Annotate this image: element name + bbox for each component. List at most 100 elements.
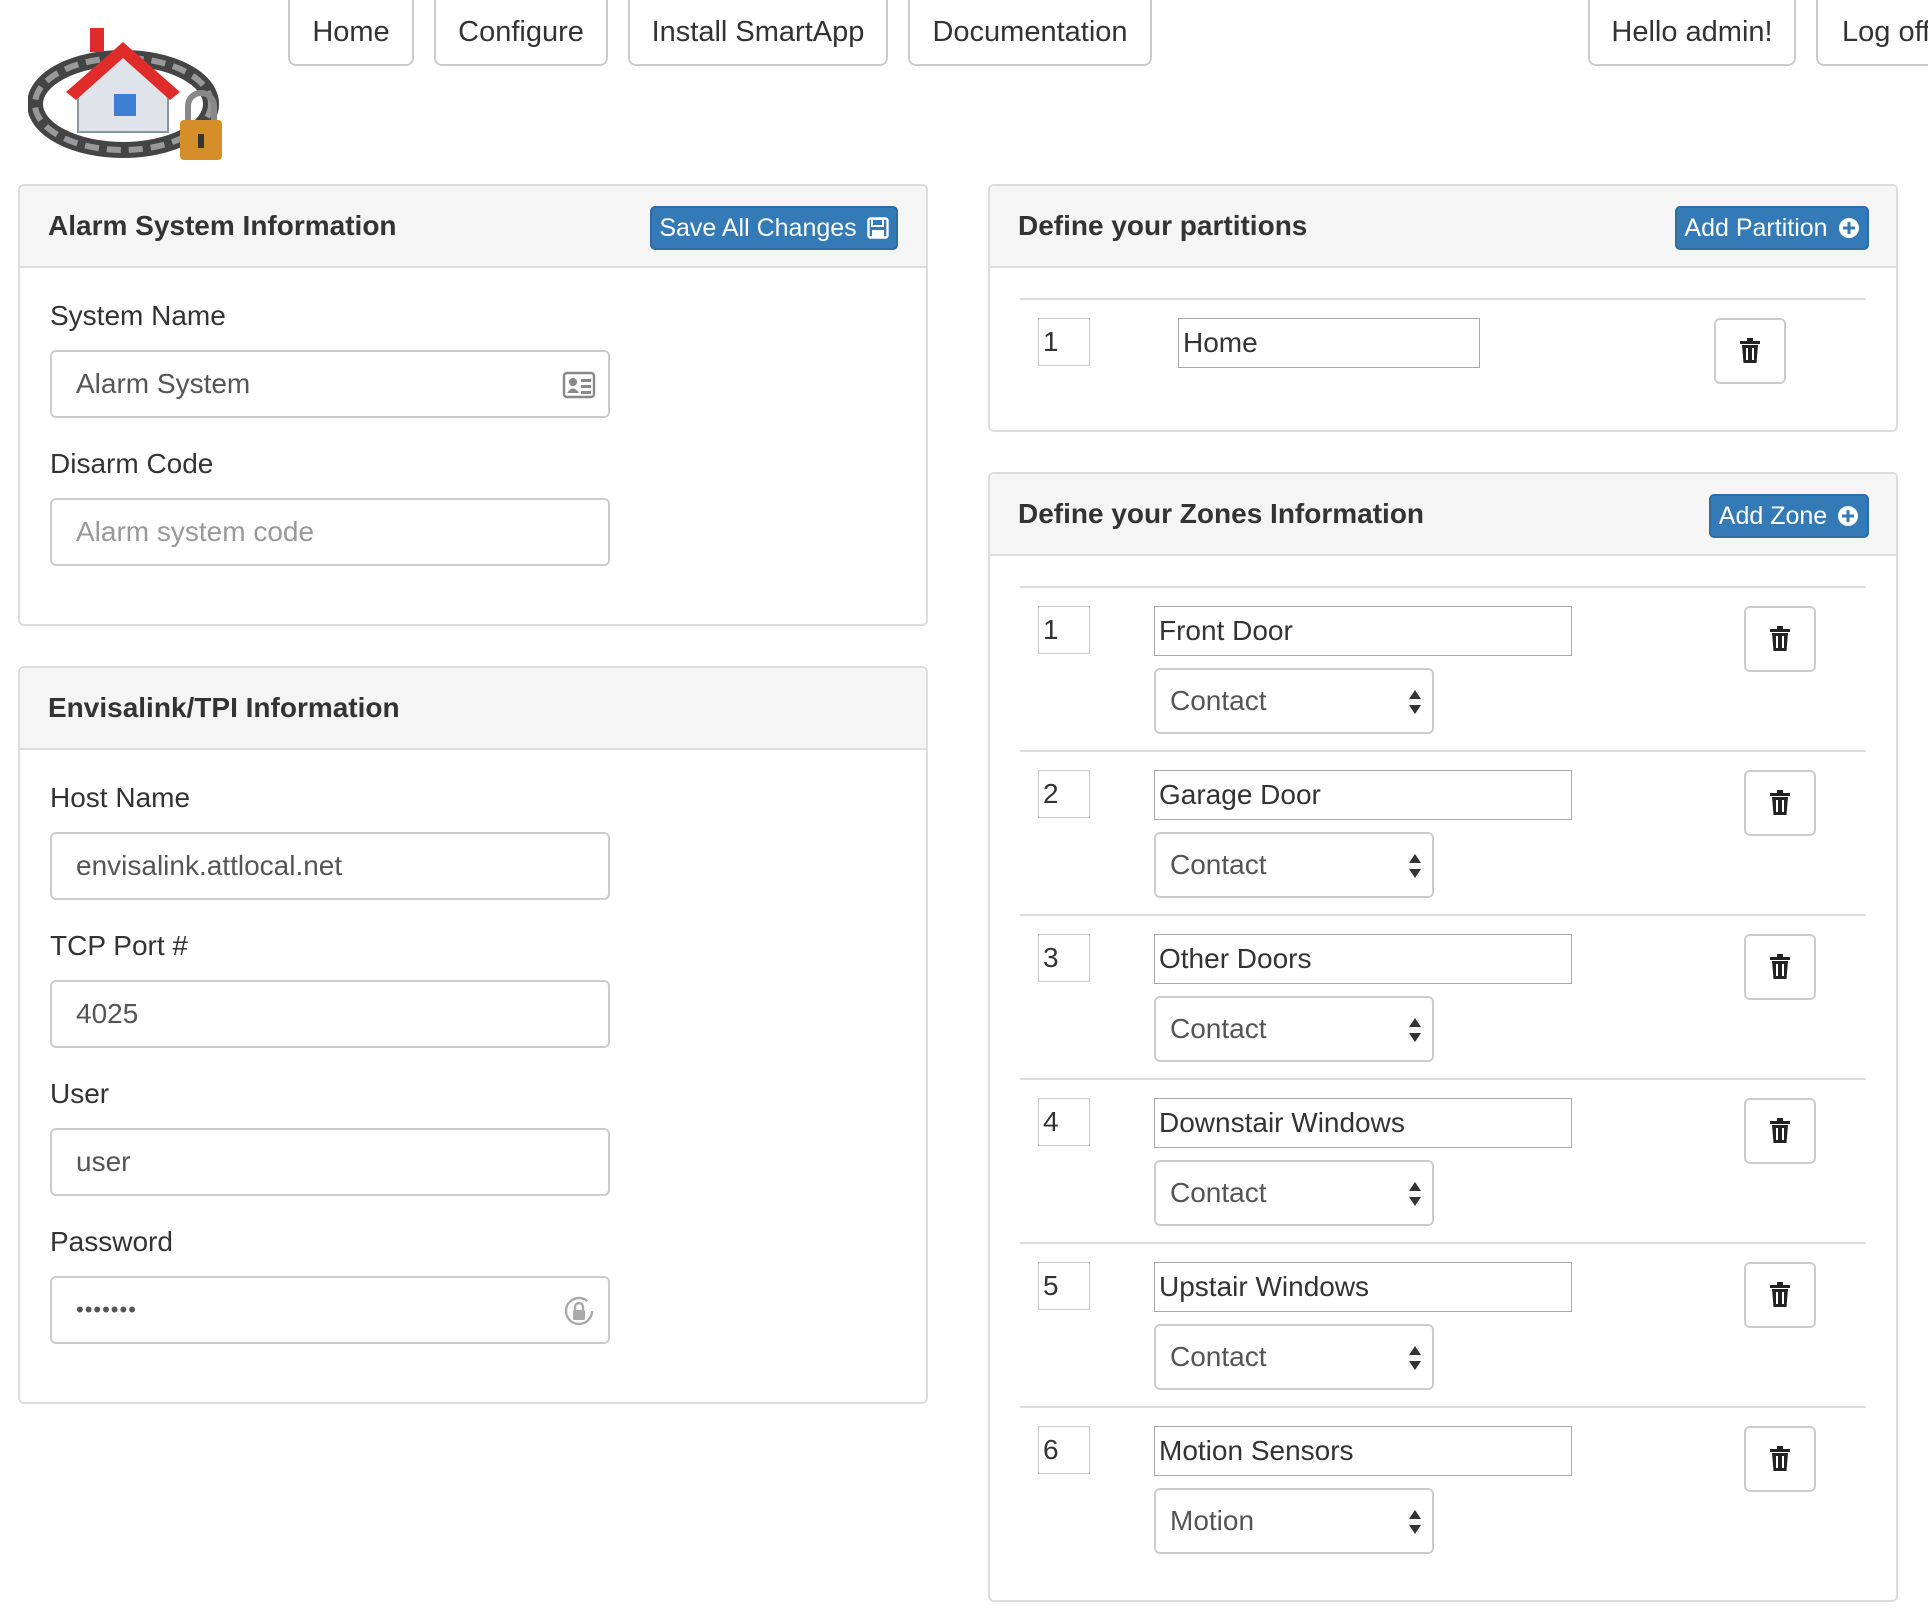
zone-number[interactable]: 6: [1038, 1426, 1090, 1474]
nav-documentation-button[interactable]: Documentation: [908, 0, 1152, 66]
user-value: user: [76, 1146, 131, 1177]
password-key-icon: [564, 1296, 594, 1326]
zones-panel-title: Define your Zones Information: [1018, 498, 1425, 529]
tpi-panel-title: Envisalink/TPI Information: [48, 692, 400, 723]
zone-type-select[interactable]: Contact: [1154, 668, 1434, 734]
floppy-disk-icon: [866, 217, 889, 239]
zone-row-divider: [1020, 586, 1866, 588]
nav-hello-admin-button[interactable]: Hello admin!: [1588, 0, 1796, 66]
trash-icon: [1740, 338, 1760, 363]
zone-row-divider: [1020, 750, 1866, 752]
delete-partition-button[interactable]: [1714, 318, 1786, 384]
zone-type-value: Contact: [1170, 1341, 1267, 1372]
tpi-panel-heading: Envisalink/TPI Information: [20, 668, 926, 750]
zone-row-divider: [1020, 1406, 1866, 1408]
add-zone-label: Add Zone: [1718, 501, 1828, 530]
zone-name-input[interactable]: Motion Sensors: [1154, 1426, 1572, 1476]
zone-type-value: Contact: [1170, 685, 1267, 716]
select-arrows-icon: [1409, 690, 1421, 714]
trash-icon: [1770, 790, 1790, 815]
zone-type-select[interactable]: Motion: [1154, 1488, 1434, 1554]
nav-configure-button[interactable]: Configure: [434, 0, 608, 66]
host-name-value: envisalink.attlocal.net: [76, 850, 343, 881]
add-partition-label: Add Partition: [1684, 213, 1828, 242]
select-arrows-icon: [1409, 1346, 1421, 1370]
zone-number[interactable]: 2: [1038, 770, 1090, 818]
zone-type-select[interactable]: Contact: [1154, 1160, 1434, 1226]
delete-zone-button[interactable]: [1744, 770, 1816, 836]
select-arrows-icon: [1409, 1510, 1421, 1534]
plus-circle-icon: [1838, 218, 1859, 238]
app-logo: [27, 12, 228, 172]
tcp-port-label: TCP Port #: [50, 930, 188, 961]
zone-row-divider: [1020, 1242, 1866, 1244]
delete-zone-button[interactable]: [1744, 934, 1816, 1000]
select-arrows-icon: [1409, 1018, 1421, 1042]
host-name-input[interactable]: envisalink.attlocal.net: [50, 832, 610, 900]
zone-type-select[interactable]: Contact: [1154, 832, 1434, 898]
partitions-panel: Define your partitions Add Partition 1 H…: [988, 184, 1898, 432]
nav-logoff-button[interactable]: Log off: [1816, 0, 1928, 66]
select-arrows-icon: [1409, 854, 1421, 878]
select-arrows-icon: [1409, 1182, 1421, 1206]
host-name-label: Host Name: [50, 782, 191, 813]
trash-icon: [1770, 1282, 1790, 1307]
password-value: •••••••: [76, 1297, 137, 1322]
system-name-input[interactable]: Alarm System: [50, 350, 610, 418]
nav-home-button[interactable]: Home: [288, 0, 414, 66]
tpi-panel: Envisalink/TPI Information Host Name env…: [18, 666, 928, 1404]
delete-zone-button[interactable]: [1744, 1426, 1816, 1492]
zone-type-value: Contact: [1170, 1013, 1267, 1044]
zone-number[interactable]: 1: [1038, 606, 1090, 654]
disarm-code-input[interactable]: Alarm system code: [50, 498, 610, 566]
zone-name-input[interactable]: Downstair Windows: [1154, 1098, 1572, 1148]
zone-type-select[interactable]: Contact: [1154, 996, 1434, 1062]
zone-number[interactable]: 4: [1038, 1098, 1090, 1146]
plus-circle-icon: [1838, 506, 1859, 526]
tcp-port-value: 4025: [76, 998, 139, 1029]
user-label: User: [50, 1078, 110, 1109]
tcp-port-input[interactable]: 4025: [50, 980, 610, 1048]
zone-type-value: Motion: [1170, 1505, 1255, 1536]
password-input[interactable]: •••••••: [50, 1276, 610, 1344]
trash-icon: [1770, 954, 1790, 979]
partition-name-input[interactable]: Home: [1178, 318, 1480, 368]
alarm-system-panel: Alarm System Information Save All Change…: [18, 184, 928, 626]
partitions-panel-title: Define your partitions: [1018, 210, 1308, 241]
zone-name-input[interactable]: Front Door: [1154, 606, 1572, 656]
disarm-code-label: Disarm Code: [50, 448, 214, 479]
zone-row-divider: [1020, 914, 1866, 916]
zone-number[interactable]: 5: [1038, 1262, 1090, 1310]
delete-zone-button[interactable]: [1744, 1262, 1816, 1328]
zone-type-select[interactable]: Contact: [1154, 1324, 1434, 1390]
password-label: Password: [50, 1226, 173, 1257]
zone-number[interactable]: 3: [1038, 934, 1090, 982]
partition-row-divider: [1020, 298, 1866, 300]
alarm-system-panel-heading: Alarm System Information Save All Change…: [20, 186, 926, 268]
partition-number[interactable]: 1: [1038, 318, 1090, 366]
contact-card-icon: [562, 371, 596, 399]
user-input[interactable]: user: [50, 1128, 610, 1196]
zone-name-input[interactable]: Garage Door: [1154, 770, 1572, 820]
add-zone-button[interactable]: Add Zone: [1709, 494, 1869, 538]
nav-install-smartapp-button[interactable]: Install SmartApp: [628, 0, 888, 66]
zone-type-value: Contact: [1170, 849, 1267, 880]
alarm-system-panel-title: Alarm System Information: [48, 210, 397, 241]
save-all-changes-button[interactable]: Save All Changes: [650, 206, 898, 250]
zone-name-input[interactable]: Upstair Windows: [1154, 1262, 1572, 1312]
delete-zone-button[interactable]: [1744, 606, 1816, 672]
zone-type-value: Contact: [1170, 1177, 1267, 1208]
zones-panel-heading: Define your Zones Information Add Zone: [990, 474, 1896, 556]
save-all-changes-label: Save All Changes: [659, 213, 857, 242]
trash-icon: [1770, 1118, 1790, 1143]
add-partition-button[interactable]: Add Partition: [1675, 206, 1869, 250]
trash-icon: [1770, 626, 1790, 651]
trash-icon: [1770, 1446, 1790, 1471]
delete-zone-button[interactable]: [1744, 1098, 1816, 1164]
zones-panel: Define your Zones Information Add Zone 1…: [988, 472, 1898, 1602]
partitions-panel-heading: Define your partitions Add Partition: [990, 186, 1896, 268]
disarm-code-placeholder: Alarm system code: [76, 516, 315, 547]
zone-name-input[interactable]: Other Doors: [1154, 934, 1572, 984]
system-name-value: Alarm System: [76, 368, 251, 399]
system-name-label: System Name: [50, 300, 226, 331]
